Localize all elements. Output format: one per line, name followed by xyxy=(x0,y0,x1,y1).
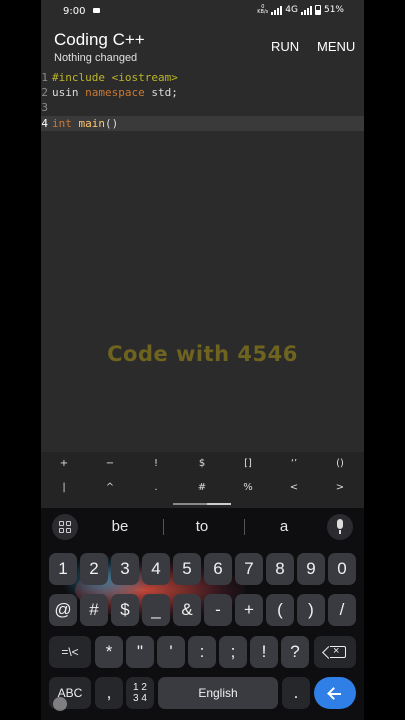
numpad-key[interactable]: 1 23 4 xyxy=(126,677,154,709)
symbol-key[interactable]: # xyxy=(187,482,217,493)
symbol-key[interactable]: ‘’ xyxy=(279,458,309,469)
code-line[interactable]: 3 xyxy=(41,100,364,115)
line-number: 2 xyxy=(41,86,48,99)
code-text: #include <iostream> xyxy=(52,71,178,84)
suggestion-divider xyxy=(244,519,245,535)
network-type: 4G xyxy=(285,5,298,15)
symbol-key[interactable]: | xyxy=(49,482,79,493)
status-time: 9:00 xyxy=(63,6,86,17)
key-3[interactable]: 3 xyxy=(111,553,139,585)
key-7[interactable]: 7 xyxy=(235,553,263,585)
symbol-key[interactable]: ^ xyxy=(95,482,125,493)
keyboard-menu-button[interactable] xyxy=(52,514,78,540)
status-bar: 9:00 0 KB/s 4G 51% xyxy=(41,0,364,24)
suggestion-divider xyxy=(163,519,164,535)
code-text: usin namespace std; xyxy=(52,86,178,99)
key-8[interactable]: 8 xyxy=(266,553,294,585)
app-subtitle: Nothing changed xyxy=(54,52,138,64)
key-colon[interactable]: : xyxy=(188,636,216,668)
symbol-key[interactable]: % xyxy=(233,482,263,493)
enter-key[interactable] xyxy=(314,677,356,709)
code-editor[interactable]: 1 #include <iostream> 2 usin namespace s… xyxy=(41,70,364,452)
symbol-key[interactable]: [] xyxy=(233,458,263,469)
key-question[interactable]: ? xyxy=(281,636,309,668)
key-2[interactable]: 2 xyxy=(80,553,108,585)
symbol-key[interactable]: > xyxy=(325,482,355,493)
key-semicolon[interactable]: ; xyxy=(219,636,247,668)
run-button[interactable]: RUN xyxy=(271,39,299,54)
backspace-icon xyxy=(330,643,346,659)
suggestion-item[interactable]: be xyxy=(90,518,150,535)
symbol-key[interactable]: − xyxy=(95,458,125,469)
status-right: 0 KB/s 4G 51% xyxy=(257,5,344,15)
key-single-quote[interactable]: ' xyxy=(157,636,185,668)
key-underscore[interactable]: _ xyxy=(142,594,170,626)
battery-icon xyxy=(314,5,321,15)
suggestion-item[interactable]: to xyxy=(172,518,232,535)
line-number: 3 xyxy=(41,101,48,114)
symbol-key[interactable]: + xyxy=(49,458,79,469)
touch-indicator xyxy=(53,697,67,711)
symbol-page-indicator-active xyxy=(207,503,231,505)
menu-button[interactable]: MENU xyxy=(317,39,355,54)
watermark: Code with 4546 xyxy=(107,342,298,366)
app-bar: Coding C++ Nothing changed RUN MENU xyxy=(41,24,364,70)
key-hash[interactable]: # xyxy=(80,594,108,626)
signal-icon-2 xyxy=(300,5,312,15)
symbol-key[interactable]: $ xyxy=(187,458,217,469)
symbol-key[interactable]: < xyxy=(279,482,309,493)
symbol-key[interactable]: () xyxy=(325,458,355,469)
suggestion-item[interactable]: a xyxy=(254,518,314,535)
battery-level: 51% xyxy=(323,5,344,15)
key-dollar[interactable]: $ xyxy=(111,594,139,626)
line-number: 4 xyxy=(41,117,48,130)
code-line[interactable]: 2 usin namespace std; xyxy=(41,85,364,100)
key-comma[interactable]: , xyxy=(95,677,123,709)
key-0[interactable]: 0 xyxy=(328,553,356,585)
app-title: Coding C++ xyxy=(54,30,145,49)
key-5[interactable]: 5 xyxy=(173,553,201,585)
backspace-key[interactable] xyxy=(314,636,356,668)
key-plus[interactable]: + xyxy=(235,594,263,626)
key-asterisk[interactable]: * xyxy=(95,636,123,668)
key-slash[interactable]: / xyxy=(328,594,356,626)
key-at[interactable]: @ xyxy=(49,594,77,626)
signal-icon xyxy=(271,5,283,15)
code-line[interactable]: 1 #include <iostream> xyxy=(41,70,364,85)
grid-icon xyxy=(59,521,71,533)
symbol-bar: + − ! $ [] ‘’ () | ^ . # % < > xyxy=(41,452,364,508)
code-text: int main() xyxy=(52,117,119,130)
symbol-key[interactable]: ! xyxy=(141,458,171,469)
key-period[interactable]: . xyxy=(282,677,310,709)
key-double-quote[interactable]: " xyxy=(126,636,154,668)
key-close-paren[interactable]: ) xyxy=(297,594,325,626)
key-ampersand[interactable]: & xyxy=(173,594,201,626)
key-minus[interactable]: - xyxy=(204,594,232,626)
code-line-current[interactable]: 4 int main() xyxy=(41,116,364,131)
key-9[interactable]: 9 xyxy=(297,553,325,585)
key-4[interactable]: 4 xyxy=(142,553,170,585)
key-6[interactable]: 6 xyxy=(204,553,232,585)
key-1[interactable]: 1 xyxy=(49,553,77,585)
key-exclamation[interactable]: ! xyxy=(250,636,278,668)
more-symbols-key[interactable]: =\< xyxy=(49,636,91,668)
symbol-key[interactable]: . xyxy=(141,482,171,493)
line-number: 1 xyxy=(41,71,48,84)
voice-input-button[interactable] xyxy=(327,514,353,540)
screen-record-icon xyxy=(93,8,100,13)
net-speed: 0 KB/s xyxy=(257,4,269,15)
mic-icon xyxy=(337,519,343,529)
space-key[interactable]: English xyxy=(158,677,278,709)
enter-arrow-icon xyxy=(326,686,342,700)
key-open-paren[interactable]: ( xyxy=(266,594,294,626)
